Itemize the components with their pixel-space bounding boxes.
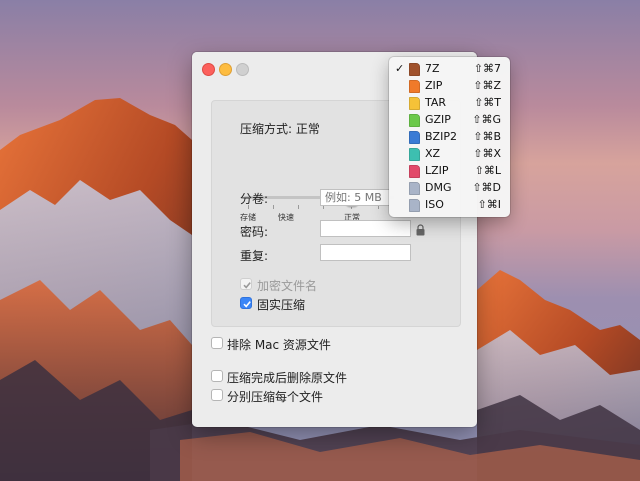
menu-item-dmg[interactable]: DMG ⇧⌘D [389, 180, 510, 197]
exclude-mac-resources-checkbox[interactable] [211, 337, 223, 349]
archive-format-menu: ✓ 7Z ⇧⌘7 ZIP ⇧⌘Z TAR ⇧⌘T GZIP ⇧⌘G BZIP2 … [389, 57, 510, 217]
repeat-password-input[interactable] [320, 244, 411, 261]
minimize-button[interactable] [219, 63, 232, 76]
zip-file-icon [409, 80, 420, 93]
menu-item-7z[interactable]: ✓ 7Z ⇧⌘7 [389, 61, 510, 78]
encrypt-filenames-checkbox[interactable] [240, 278, 252, 290]
menu-item-bzip2[interactable]: BZIP2 ⇧⌘B [389, 129, 510, 146]
delete-after-compress-label: 压缩完成后删除原文件 [227, 371, 348, 385]
close-button[interactable] [202, 63, 215, 76]
delete-after-compress-checkbox[interactable] [211, 370, 223, 382]
desktop-background: 压缩方式: 正常 存储 快速 正常 分卷: 密码: 重复: 加密文件名 固实 [0, 0, 640, 481]
iso-file-icon [409, 199, 420, 212]
gzip-file-icon [409, 114, 420, 127]
lock-icon [416, 224, 425, 236]
lzip-file-icon [409, 165, 420, 178]
split-label: 分卷: [240, 192, 269, 206]
compress-separately-label: 分别压缩每个文件 [227, 390, 324, 404]
menu-item-gzip[interactable]: GZIP ⇧⌘G [389, 112, 510, 129]
compress-separately-checkbox[interactable] [211, 389, 223, 401]
checkmark-icon [243, 282, 251, 289]
7z-file-icon [409, 63, 420, 76]
solid-compression-label: 固实压缩 [257, 298, 306, 312]
checkmark-icon: ✓ [395, 62, 405, 75]
compression-method-label: 压缩方式: 正常 [240, 122, 320, 136]
password-label: 密码: [240, 225, 269, 239]
dmg-file-icon [409, 182, 420, 195]
menu-item-iso[interactable]: ISO ⇧⌘I [389, 197, 510, 214]
checkmark-icon [243, 301, 251, 308]
tar-file-icon [409, 97, 420, 110]
xz-file-icon [409, 148, 420, 161]
zoom-button[interactable] [236, 63, 249, 76]
menu-item-xz[interactable]: XZ ⇧⌘X [389, 146, 510, 163]
bzip2-file-icon [409, 131, 420, 144]
exclude-mac-resources-label: 排除 Mac 资源文件 [227, 338, 331, 352]
slider-tick [298, 205, 299, 209]
slider-tick [273, 205, 274, 209]
tick-label-store: 存储 [240, 213, 256, 222]
password-input[interactable] [320, 220, 411, 237]
encrypt-filenames-label: 加密文件名 [257, 279, 318, 293]
split-size-input[interactable] [320, 189, 390, 206]
tick-label-fast: 快速 [278, 213, 294, 222]
menu-item-tar[interactable]: TAR ⇧⌘T [389, 95, 510, 112]
solid-compression-checkbox[interactable] [240, 297, 252, 309]
menu-item-zip[interactable]: ZIP ⇧⌘Z [389, 78, 510, 95]
repeat-password-label: 重复: [240, 249, 269, 263]
menu-item-lzip[interactable]: LZIP ⇧⌘L [389, 163, 510, 180]
